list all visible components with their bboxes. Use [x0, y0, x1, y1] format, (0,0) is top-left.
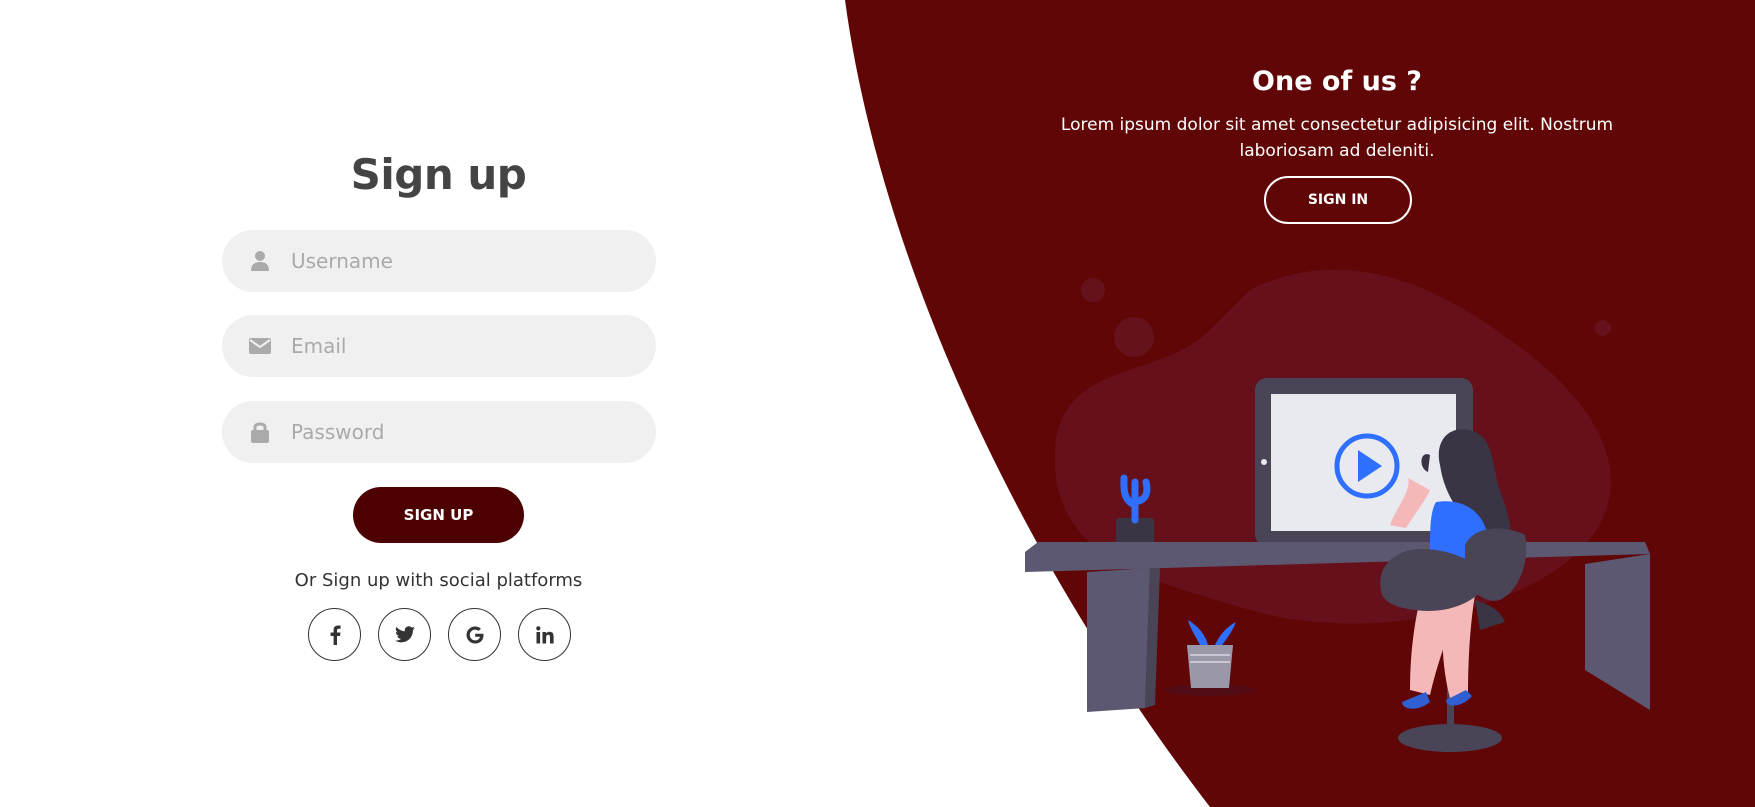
- facebook-icon: [330, 625, 341, 645]
- facebook-button[interactable]: [308, 608, 361, 661]
- lock-icon: [249, 421, 271, 443]
- panel-title: One of us ?: [1252, 66, 1422, 97]
- linkedin-button[interactable]: [518, 608, 571, 661]
- linkedin-icon: [535, 625, 554, 643]
- google-button[interactable]: [448, 608, 501, 661]
- envelope-icon: [249, 335, 271, 357]
- desk-illustration: [1025, 269, 1650, 752]
- social-prompt: Or Sign up with social platforms: [294, 570, 583, 591]
- email-field[interactable]: [222, 315, 656, 377]
- panel-description: Lorem ipsum dolor sit amet consectetur a…: [1060, 115, 1614, 161]
- signup-form: Sign up SIGN UP Or Sign up with social p…: [0, 0, 877, 807]
- social-buttons: [308, 608, 571, 661]
- twitter-button[interactable]: [378, 608, 431, 661]
- google-icon: [466, 626, 483, 643]
- password-input[interactable]: [291, 420, 631, 444]
- user-icon: [249, 250, 271, 272]
- twitter-icon: [394, 626, 415, 643]
- signup-title: Sign up: [350, 150, 527, 199]
- username-input[interactable]: [291, 249, 631, 273]
- signup-button[interactable]: SIGN UP: [353, 487, 524, 543]
- password-field[interactable]: [222, 401, 656, 463]
- signin-button[interactable]: SIGN IN: [1264, 176, 1412, 224]
- email-input[interactable]: [291, 334, 631, 358]
- username-field[interactable]: [222, 230, 656, 292]
